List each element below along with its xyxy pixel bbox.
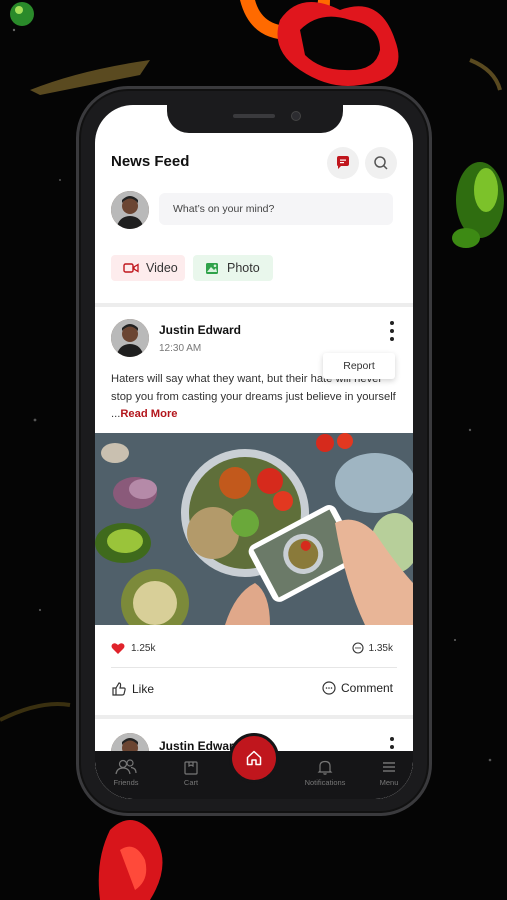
- post-divider: [95, 715, 413, 719]
- section-divider: [95, 303, 413, 307]
- stats-divider: [111, 667, 397, 668]
- home-icon: [246, 750, 262, 766]
- read-more-link[interactable]: Read More: [120, 408, 177, 420]
- bell-icon: [317, 760, 333, 775]
- front-camera: [291, 111, 301, 121]
- page-title: News Feed: [111, 153, 190, 170]
- tab-cart[interactable]: Cart: [161, 759, 221, 787]
- compose-row: What’s on your mind?: [111, 191, 397, 231]
- photo-label: Photo: [227, 261, 260, 275]
- likes-count: 1.25k: [131, 643, 156, 654]
- tab-friends[interactable]: Friends: [96, 759, 156, 787]
- comment-button[interactable]: Comment: [322, 681, 393, 695]
- food-photo-illustration: [95, 433, 413, 625]
- comment-icon: [322, 681, 336, 695]
- friends-icon: [115, 759, 137, 775]
- tab-notifications[interactable]: Notifications: [295, 759, 355, 787]
- menu-icon: [383, 762, 395, 772]
- video-icon: [123, 263, 139, 273]
- thumbs-up-icon: [112, 682, 126, 696]
- chat-icon: [337, 156, 349, 169]
- post-stats: 1.25k 1.35k: [111, 638, 397, 658]
- post-author-name[interactable]: Justin Edward: [159, 323, 241, 337]
- image-icon: [206, 262, 218, 274]
- post-timestamp: 12:30 AM: [159, 343, 202, 354]
- more-vertical-icon[interactable]: [387, 321, 397, 341]
- comments-count: 1.35k: [368, 642, 393, 654]
- post-image[interactable]: [95, 433, 413, 625]
- heart-icon: [111, 643, 125, 654]
- search-button[interactable]: [365, 147, 397, 179]
- avatar-illustration: [111, 319, 149, 357]
- post-author-avatar[interactable]: [111, 319, 149, 357]
- video-label: Video: [146, 261, 178, 275]
- report-menu-item[interactable]: Report: [323, 353, 395, 379]
- comment-label: Comment: [340, 681, 393, 695]
- video-button[interactable]: Video: [111, 255, 185, 281]
- tab-notifications-label: Notifications: [304, 778, 346, 787]
- likes-count-group[interactable]: 1.25k: [111, 642, 155, 655]
- phone-frame: News Feed What’s on your mind? Video Pho…: [76, 86, 432, 816]
- feed-header: News Feed: [111, 147, 397, 181]
- like-label: Like: [132, 682, 155, 696]
- photo-button[interactable]: Photo: [193, 255, 273, 281]
- cart-icon: [184, 761, 198, 775]
- post-actions: Like Comment: [111, 679, 397, 701]
- avatar-illustration: [111, 191, 149, 229]
- messages-button[interactable]: [327, 147, 359, 179]
- compose-input[interactable]: What’s on your mind?: [159, 193, 393, 225]
- media-buttons: Video Photo: [111, 255, 397, 281]
- tab-cart-label: Cart: [183, 778, 199, 787]
- comments-count-group[interactable]: 1.35k: [351, 642, 393, 654]
- tab-menu[interactable]: Menu: [359, 759, 413, 787]
- comment-icon: [351, 642, 364, 654]
- home-button[interactable]: [229, 733, 279, 783]
- speaker: [233, 114, 275, 118]
- like-button[interactable]: Like: [111, 681, 154, 697]
- tab-friends-label: Friends: [113, 778, 139, 787]
- tab-menu-label: Menu: [379, 778, 399, 787]
- search-icon: [374, 156, 388, 170]
- user-avatar[interactable]: [111, 191, 149, 229]
- phone-notch: [167, 105, 343, 133]
- phone-screen: News Feed What’s on your mind? Video Pho…: [95, 105, 413, 799]
